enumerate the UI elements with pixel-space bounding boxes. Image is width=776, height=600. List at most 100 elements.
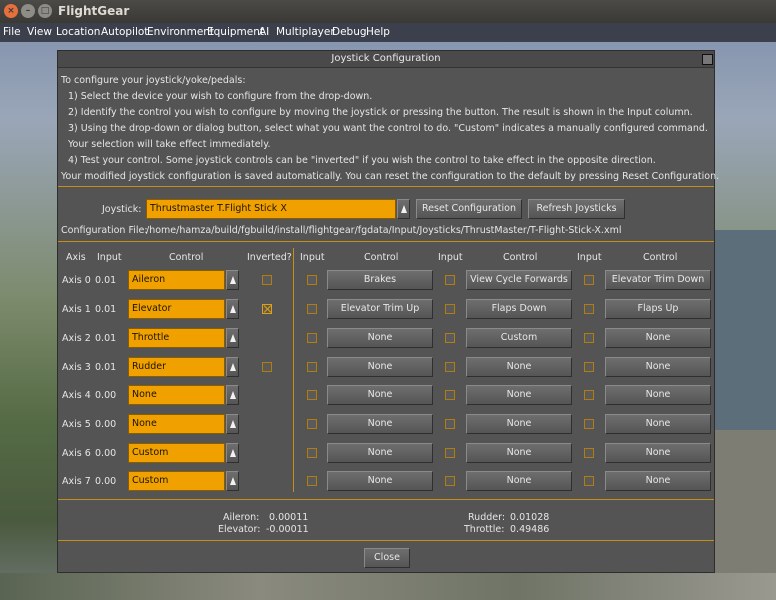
refresh-joysticks-button[interactable]: Refresh Joysticks (528, 199, 625, 219)
button-control[interactable]: None (466, 385, 572, 405)
header-input: Input (97, 252, 122, 263)
aileron-value: 0.00011 (269, 512, 309, 523)
axis-control-select[interactable]: None (128, 414, 225, 434)
menu-environment[interactable]: Environment (147, 26, 214, 38)
button-control[interactable]: Elevator Trim Up (327, 299, 433, 319)
button-input-indicator (445, 476, 455, 486)
axis-control-select[interactable]: Aileron (128, 270, 225, 290)
axis-control-dropdown-arrow[interactable] (226, 299, 239, 319)
app-title: FlightGear (58, 4, 130, 18)
button-input-indicator (584, 304, 594, 314)
menu-ai[interactable]: AI (259, 26, 269, 38)
inverted-checkbox[interactable] (262, 275, 272, 285)
button-control[interactable]: None (327, 357, 433, 377)
button-control[interactable]: None (605, 443, 711, 463)
button-input-indicator (445, 419, 455, 429)
menu-multiplayer[interactable]: Multiplayer (276, 26, 335, 38)
button-control[interactable]: None (605, 328, 711, 348)
axis-control-select[interactable]: Rudder (128, 357, 225, 377)
axis-input-value: 0.01 (95, 333, 117, 344)
inverted-checkbox[interactable] (262, 304, 272, 314)
config-file-path: /home/hamza/build/fgbuild/install/flight… (146, 225, 622, 236)
instruction-line: Your modified joystick configuration is … (61, 171, 720, 182)
button-control[interactable]: Flaps Up (605, 299, 711, 319)
axis-input-value: 0.00 (95, 390, 117, 401)
axis-control-dropdown-arrow[interactable] (226, 443, 239, 463)
button-control[interactable]: None (327, 443, 433, 463)
column-divider (293, 248, 294, 492)
button-control[interactable]: None (605, 471, 711, 491)
menu-view[interactable]: View (27, 26, 52, 38)
axis-control-select[interactable]: None (128, 385, 225, 405)
close-window-button[interactable]: × (4, 4, 18, 18)
window-titlebar: × – □ FlightGear (0, 0, 776, 23)
aileron-label: Aileron: (223, 512, 260, 523)
elevator-label: Elevator: (218, 524, 261, 535)
axis-input-value: 0.00 (95, 476, 117, 487)
minimize-window-button[interactable]: – (21, 4, 35, 18)
axis-control-select[interactable]: Custom (128, 443, 225, 463)
button-input-indicator (307, 362, 317, 372)
menu-file[interactable]: File (3, 26, 21, 38)
button-input-indicator (445, 304, 455, 314)
menu-debug[interactable]: Debug (332, 26, 367, 38)
maximize-window-button[interactable]: □ (38, 4, 52, 18)
button-control[interactable]: None (466, 443, 572, 463)
button-control[interactable]: View Cycle Forwards (466, 270, 572, 290)
axis-control-dropdown-arrow[interactable] (226, 357, 239, 377)
throttle-label: Throttle: (464, 524, 505, 535)
axis-label: Axis 2 (62, 333, 91, 344)
axis-control-dropdown-arrow[interactable] (226, 414, 239, 434)
menu-location[interactable]: Location (56, 26, 100, 38)
button-input-indicator (584, 362, 594, 372)
button-input-indicator (445, 275, 455, 285)
axis-control-select[interactable]: Throttle (128, 328, 225, 348)
header-button-control: Control (643, 252, 678, 263)
menu-help[interactable]: Help (366, 26, 390, 38)
button-control[interactable]: None (327, 385, 433, 405)
dialog-close-box[interactable] (702, 54, 713, 65)
button-control[interactable]: None (605, 357, 711, 377)
joystick-dropdown-arrow[interactable] (397, 199, 410, 219)
button-control[interactable]: None (466, 357, 572, 377)
button-control[interactable]: None (466, 414, 572, 434)
button-control[interactable]: Custom (466, 328, 572, 348)
divider (58, 540, 714, 541)
button-control[interactable]: None (327, 414, 433, 434)
inverted-checkbox[interactable] (262, 362, 272, 372)
axis-control-dropdown-arrow[interactable] (226, 270, 239, 290)
joystick-select[interactable]: Thrustmaster T.Flight Stick X (146, 199, 396, 219)
reset-configuration-button[interactable]: Reset Configuration (416, 199, 522, 219)
axis-control-select[interactable]: Custom (128, 471, 225, 491)
menu-autopilot[interactable]: Autopilot (101, 26, 148, 38)
header-button-input: Input (300, 252, 325, 263)
instruction-line: To configure your joystick/yoke/pedals: (61, 75, 246, 86)
axis-control-dropdown-arrow[interactable] (226, 328, 239, 348)
button-control[interactable]: Flaps Down (466, 299, 572, 319)
button-control[interactable]: None (466, 471, 572, 491)
axis-label: Axis 3 (62, 362, 91, 373)
divider (58, 241, 714, 242)
menu-equipment[interactable]: Equipment (207, 26, 264, 38)
header-button-control: Control (364, 252, 399, 263)
close-button[interactable]: Close (364, 548, 410, 568)
button-input-indicator (584, 448, 594, 458)
button-control[interactable]: Brakes (327, 270, 433, 290)
button-input-indicator (445, 390, 455, 400)
axis-control-dropdown-arrow[interactable] (226, 471, 239, 491)
button-control[interactable]: None (605, 414, 711, 434)
button-control[interactable]: Elevator Trim Down (605, 270, 711, 290)
axis-control-dropdown-arrow[interactable] (226, 385, 239, 405)
button-input-indicator (445, 362, 455, 372)
axis-control-select[interactable]: Elevator (128, 299, 225, 319)
header-button-control: Control (503, 252, 538, 263)
instruction-line: Your selection will take effect immediat… (68, 139, 271, 150)
button-control[interactable]: None (327, 471, 433, 491)
axis-input-value: 0.00 (95, 448, 117, 459)
button-input-indicator (307, 476, 317, 486)
button-input-indicator (445, 333, 455, 343)
header-button-input: Input (577, 252, 602, 263)
button-control[interactable]: None (605, 385, 711, 405)
button-control[interactable]: None (327, 328, 433, 348)
axis-label: Axis 1 (62, 304, 91, 315)
